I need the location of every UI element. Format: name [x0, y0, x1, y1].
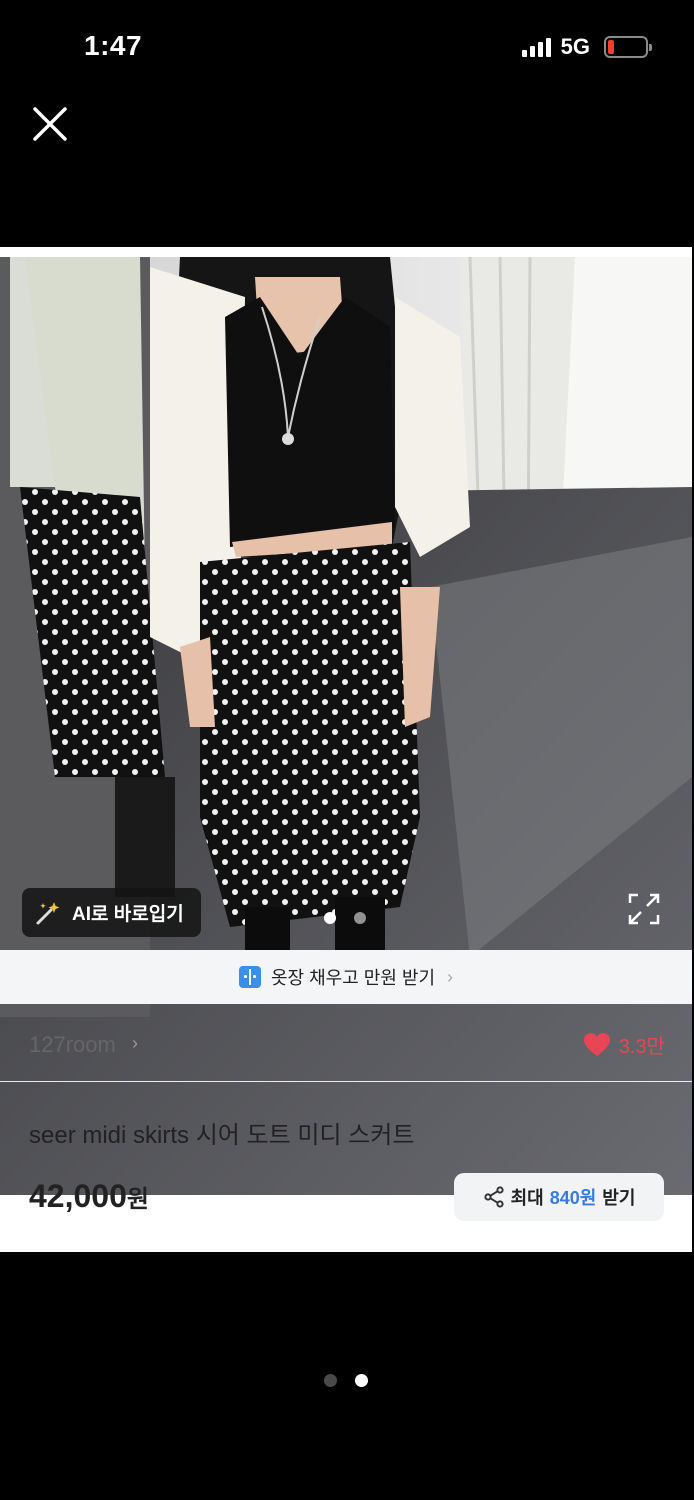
- product-card: AI로 바로입기 옷장 채우고 만원 받기 › 127room › 3.3만 s…: [0, 247, 692, 1252]
- like-count: 3.3만: [618, 1036, 665, 1058]
- share-amount: 840원: [549, 1188, 597, 1208]
- photo-carousel-dots: [324, 912, 366, 924]
- share-prefix: 최대: [510, 1188, 544, 1208]
- battery-level: [608, 40, 614, 54]
- price-unit: 원: [126, 1186, 149, 1213]
- expand-button[interactable]: [626, 891, 662, 927]
- product-price: 42,000원: [29, 1178, 149, 1215]
- shop-name-link[interactable]: 127room: [29, 1032, 116, 1058]
- share-icon: [483, 1186, 504, 1208]
- status-bar: 1:47 5G: [0, 0, 694, 92]
- chevron-right-icon: ›: [447, 966, 454, 987]
- like-button[interactable]: 3.3만: [583, 1030, 665, 1059]
- price-value: 42,000: [29, 1178, 127, 1214]
- product-title: seer midi skirts 시어 도트 미디 스커트: [29, 1122, 415, 1149]
- page-dot[interactable]: [324, 1374, 337, 1387]
- magic-wand-icon: [36, 901, 60, 924]
- status-indicators: 5G: [521, 34, 652, 60]
- network-type: 5G: [560, 34, 590, 59]
- signal-icon: [521, 37, 551, 57]
- promo-text: 옷장 채우고 만원 받기: [270, 968, 436, 988]
- page-indicator: [324, 1374, 368, 1387]
- ai-try-on-button[interactable]: AI로 바로입기: [22, 888, 201, 937]
- expand-icon: [628, 893, 660, 925]
- close-button[interactable]: [30, 104, 70, 144]
- carousel-dot[interactable]: [324, 912, 336, 924]
- chevron-right-icon: ›: [132, 1033, 138, 1053]
- wallet-icon: [238, 966, 261, 988]
- heart-icon: [583, 1032, 610, 1056]
- shop-row: 127room › 3.3만: [0, 1004, 692, 1082]
- close-icon: [33, 107, 67, 141]
- ai-try-on-label: AI로 바로입기: [72, 904, 184, 925]
- status-time: 1:47: [84, 30, 143, 61]
- share-reward-button[interactable]: 최대 840원 받기: [454, 1173, 664, 1221]
- page-dot[interactable]: [355, 1374, 368, 1387]
- battery-icon: [604, 36, 652, 58]
- share-suffix: 받기: [602, 1188, 636, 1208]
- promo-banner[interactable]: 옷장 채우고 만원 받기 ›: [0, 950, 692, 1004]
- carousel-dot[interactable]: [354, 912, 366, 924]
